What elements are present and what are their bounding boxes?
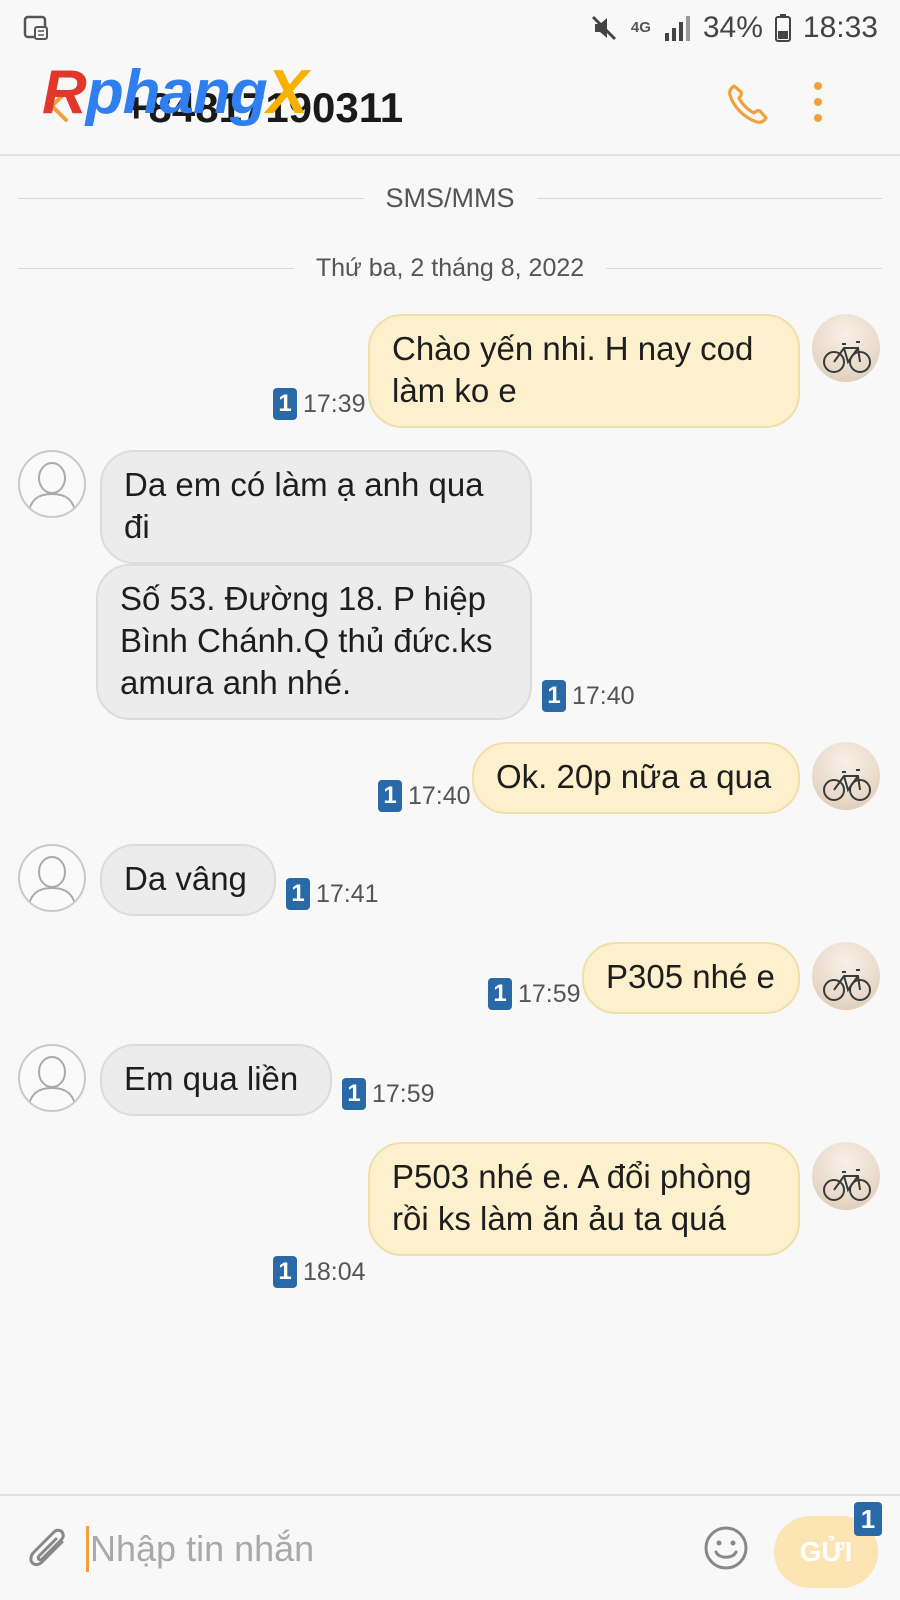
message-meta: 1 17:40: [542, 680, 635, 712]
contact-avatar: [18, 1044, 86, 1112]
status-icons: 4G 34% 18:33: [589, 10, 878, 46]
message-time: 17:41: [316, 879, 379, 908]
message-bubble[interactable]: Ok. 20p nữa a qua: [472, 742, 800, 814]
sim-badge: 1: [273, 1256, 297, 1288]
channel-separator: SMS/MMS: [18, 178, 883, 218]
bicycle-icon: [823, 969, 871, 1001]
channel-label: SMS/MMS: [385, 182, 515, 213]
status-bar: 4G 34% 18:33: [0, 0, 900, 56]
paperclip-icon[interactable]: [24, 1522, 72, 1574]
message-meta: 1 17:41: [286, 878, 379, 910]
message-time: 17:40: [408, 781, 471, 810]
conversation-header: +84817190311 RphangX: [0, 56, 900, 156]
sim-badge: 1: [488, 978, 512, 1010]
date-separator: Thứ ba, 2 tháng 8, 2022: [18, 248, 883, 288]
sim-badge: 1: [273, 388, 297, 420]
message-time: 17:59: [518, 979, 581, 1008]
sim-badge: 1: [378, 780, 402, 812]
my-avatar: [812, 942, 880, 1010]
phone-call-icon[interactable]: [724, 80, 772, 128]
sim-badge: 1: [542, 680, 566, 712]
message-meta: 1 17:40: [378, 780, 471, 812]
text-cursor: [86, 1526, 89, 1572]
message-bubble[interactable]: Da vâng: [100, 844, 276, 916]
mute-icon: [591, 15, 616, 41]
sim-card-icon: [23, 15, 48, 40]
send-sim-badge: 1: [854, 1502, 882, 1536]
message-bubble[interactable]: Số 53. Đường 18. P hiệp Bình Chánh.Q thủ…: [96, 564, 532, 720]
date-label: Thứ ba, 2 tháng 8, 2022: [315, 253, 585, 282]
message-time: 17:40: [572, 681, 635, 710]
clock: 18:33: [802, 11, 878, 44]
message-meta: 1 17:59: [488, 978, 581, 1010]
watermark-logo: RphangX: [42, 58, 308, 127]
message-time: 17:39: [303, 389, 366, 418]
message-bubble[interactable]: P503 nhé e. A đổi phòng rồi ks làm ăn ảu…: [368, 1142, 800, 1256]
more-options-icon[interactable]: [798, 78, 838, 126]
bicycle-icon: [823, 341, 871, 373]
contact-avatar: [18, 450, 86, 518]
battery-percent: 34%: [702, 11, 763, 44]
message-bubble[interactable]: Da em có làm ạ anh qua đi: [100, 450, 532, 564]
signal-icon: [664, 16, 690, 41]
network-type: 4G: [630, 19, 651, 36]
person-icon: [27, 856, 77, 910]
person-icon: [27, 462, 77, 516]
emoji-icon[interactable]: [702, 1524, 750, 1572]
message-bubble[interactable]: Chào yến nhi. H nay cod làm ko e: [368, 314, 800, 428]
message-meta: 1 17:39: [273, 388, 366, 420]
sim-badge: 1: [342, 1078, 366, 1110]
battery-icon: [774, 14, 791, 42]
my-avatar: [812, 742, 880, 810]
message-meta: 1 18:04: [273, 1256, 366, 1288]
message-input[interactable]: [90, 1522, 670, 1576]
message-bubble[interactable]: Em qua liền: [100, 1044, 332, 1116]
contact-avatar: [18, 844, 86, 912]
message-time: 17:59: [372, 1079, 435, 1108]
bicycle-icon: [823, 1169, 871, 1201]
message-composer: GỬI 1: [0, 1494, 900, 1600]
bicycle-icon: [823, 769, 871, 801]
my-avatar: [812, 314, 880, 382]
sim-badge: 1: [286, 878, 310, 910]
person-icon: [27, 1056, 77, 1110]
message-time: 18:04: [303, 1257, 366, 1286]
message-bubble[interactable]: P305 nhé e: [582, 942, 800, 1014]
message-meta: 1 17:59: [342, 1078, 435, 1110]
my-avatar: [812, 1142, 880, 1210]
